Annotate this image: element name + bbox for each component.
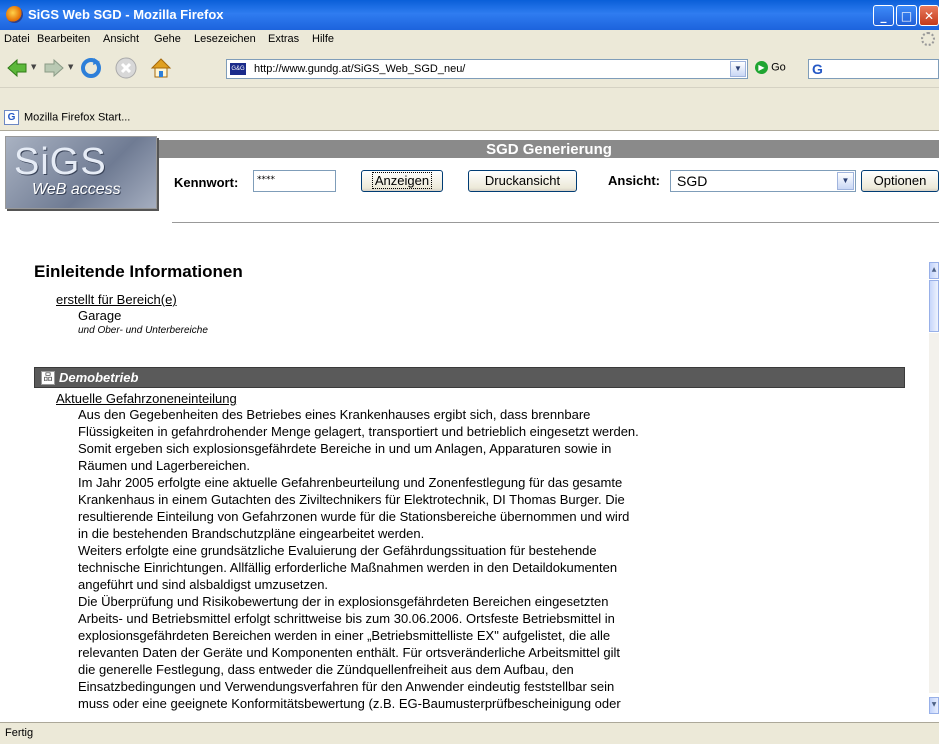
intro-heading: Einleitende Informationen — [34, 262, 243, 281]
navigation-toolbar: ▼ ▼ G&G http://www.gundg.at/SiGS_Web_SGD… — [0, 49, 939, 88]
paragraph-line: Die Überprüfung und Risikobewertung der … — [78, 594, 609, 609]
google-icon: G — [4, 110, 19, 125]
throbber-icon — [921, 32, 935, 46]
vertical-scrollbar[interactable]: ▲ ▼ — [929, 241, 939, 722]
logo-subtext: WeB access — [32, 181, 121, 198]
paragraph-line: Arbeits- und Betriebsmittel erfolgt schr… — [78, 611, 615, 626]
bookmark-label: Mozilla Firefox Start... — [24, 111, 131, 124]
paragraph-line: muss oder eine geeignete Konformitätsbew… — [78, 696, 621, 711]
go-label: Go — [771, 61, 786, 74]
app-header: SiGS WeB access SGD Generierung Kennwort… — [0, 131, 939, 241]
scroll-thumb[interactable] — [929, 280, 939, 332]
bookmark-firefox-start[interactable]: G Mozilla Firefox Start... — [4, 110, 130, 125]
bereich-value: Garage — [78, 308, 122, 323]
window-title: SiGS Web SGD - Mozilla Firefox — [28, 7, 224, 22]
chevron-down-icon[interactable]: ▼ — [837, 172, 854, 190]
page-title: SGD Generierung — [486, 141, 612, 158]
home-icon — [150, 58, 172, 78]
gefahr-paragraph: Aus den Gegebenheiten des Betriebes eine… — [78, 406, 718, 712]
url-dropdown-icon[interactable]: ▼ — [730, 61, 746, 77]
page-content: SiGS WeB access SGD Generierung Kennwort… — [0, 131, 939, 722]
paragraph-line: Einsatzbedingungen und Verwendungsverfah… — [78, 679, 615, 694]
paragraph-line: Aus den Gegebenheiten des Betriebes eine… — [78, 407, 591, 422]
status-text: Fertig — [5, 727, 34, 739]
go-icon: ▶ — [755, 61, 768, 74]
druckansicht-button[interactable]: Druckansicht — [468, 170, 577, 192]
section-title: Demobetrieb — [59, 370, 139, 385]
menu-hilfe[interactable]: Hilfe — [312, 33, 334, 45]
back-icon — [7, 58, 27, 78]
close-button[interactable]: ✕ — [919, 5, 939, 26]
paragraph-line: Flüssigkeiten in gefahrdrohender Menge g… — [78, 424, 639, 439]
menu-bar: Datei Bearbeiten Ansicht Gehe Lesezeiche… — [0, 30, 939, 49]
section-header[interactable]: 品 Demobetrieb — [34, 367, 905, 388]
home-button[interactable] — [149, 56, 173, 80]
stop-icon — [115, 57, 137, 79]
back-dropdown-icon[interactable]: ▼ — [31, 63, 36, 71]
logo-text: SiGS — [14, 141, 107, 183]
section-icon: 品 — [41, 371, 55, 385]
paragraph-line: in die bestehenden Brandschutzpläne eing… — [78, 526, 425, 541]
firefox-icon — [6, 6, 23, 23]
ansicht-value: SGD — [677, 173, 708, 189]
ansicht-label: Ansicht: — [608, 173, 660, 188]
paragraph-line: Krankenhaus in einem Gutachten des Zivil… — [78, 492, 625, 507]
paragraph-line: relevanten Daten der Geräte und Komponen… — [78, 645, 620, 660]
header-divider — [172, 222, 939, 223]
bookmarks-toolbar: G Mozilla Firefox Start... — [0, 106, 939, 131]
forward-dropdown-icon[interactable]: ▼ — [68, 63, 73, 71]
site-icon: G&G — [230, 63, 246, 75]
stop-button[interactable] — [114, 56, 138, 80]
menu-extras[interactable]: Extras — [268, 33, 299, 45]
main-content: Einleitende Informationen erstellt für B… — [0, 241, 939, 722]
google-icon: G — [812, 61, 823, 77]
menu-ansicht[interactable]: Ansicht — [103, 33, 139, 45]
maximize-button[interactable]: □ — [896, 5, 917, 26]
paragraph-line: explosionsgefährdeten Bereichen werden i… — [78, 628, 611, 643]
menu-gehe[interactable]: Gehe — [154, 33, 181, 45]
anzeigen-label: Anzeigen — [371, 172, 433, 189]
sigs-logo: SiGS WeB access — [5, 136, 157, 209]
paragraph-line: Räumen und Lagerbereichen. — [78, 458, 251, 473]
reload-button[interactable] — [79, 56, 103, 80]
bereich-note: und Ober- und Unterbereiche — [78, 325, 208, 336]
kennwort-label: Kennwort: — [174, 175, 239, 190]
scroll-down-icon[interactable]: ▼ — [929, 697, 939, 714]
password-field[interactable]: **** — [253, 170, 336, 192]
ansicht-select[interactable]: SGD ▼ — [670, 170, 856, 192]
paragraph-line: angeführt und sind alsbaldigst umzusetze… — [78, 577, 329, 592]
reload-icon — [81, 58, 101, 78]
optionen-button[interactable]: Optionen — [861, 170, 939, 192]
anzeigen-button[interactable]: Anzeigen — [361, 170, 443, 192]
url-text[interactable]: http://www.gundg.at/SiGS_Web_SGD_neu/ — [254, 63, 465, 75]
browser-window: SiGS Web SGD - Mozilla Firefox _ □ ✕ Dat… — [0, 0, 939, 744]
minimize-button[interactable]: _ — [873, 5, 894, 26]
header-bar: SGD Generierung — [159, 140, 939, 158]
status-bar: Fertig — [0, 722, 939, 744]
paragraph-line: Weiters erfolgte eine grundsätzliche Eva… — [78, 543, 597, 558]
forward-button[interactable] — [42, 56, 66, 80]
go-button[interactable]: ▶ Go — [755, 61, 786, 74]
forward-icon — [44, 58, 64, 78]
search-input[interactable]: G — [808, 59, 939, 79]
paragraph-line: resultierende Einteilung von Gefahrzonen… — [78, 509, 630, 524]
menu-lesezeichen[interactable]: Lesezeichen — [194, 33, 256, 45]
title-bar: SiGS Web SGD - Mozilla Firefox _ □ ✕ — [0, 0, 939, 30]
menu-bearbeiten[interactable]: Bearbeiten — [37, 33, 90, 45]
paragraph-line: technische Einrichtungen. Allfällig erfo… — [78, 560, 618, 575]
scroll-up-icon[interactable]: ▲ — [929, 262, 939, 279]
paragraph-line: Somit ergeben sich explosionsgefährdete … — [78, 441, 612, 456]
gefahr-label[interactable]: Aktuelle Gefahrzoneneinteilung — [56, 391, 237, 406]
menu-datei[interactable]: Datei — [4, 33, 30, 45]
paragraph-line: Im Jahr 2005 erfolgte eine aktuelle Gefa… — [78, 475, 623, 490]
paragraph-line: die generelle Festlegung, dass entweder … — [78, 662, 574, 677]
url-bar[interactable]: G&G http://www.gundg.at/SiGS_Web_SGD_neu… — [226, 59, 748, 79]
scroll-track[interactable] — [929, 333, 939, 693]
back-button[interactable] — [5, 56, 29, 80]
bereich-label[interactable]: erstellt für Bereich(e) — [56, 292, 177, 307]
